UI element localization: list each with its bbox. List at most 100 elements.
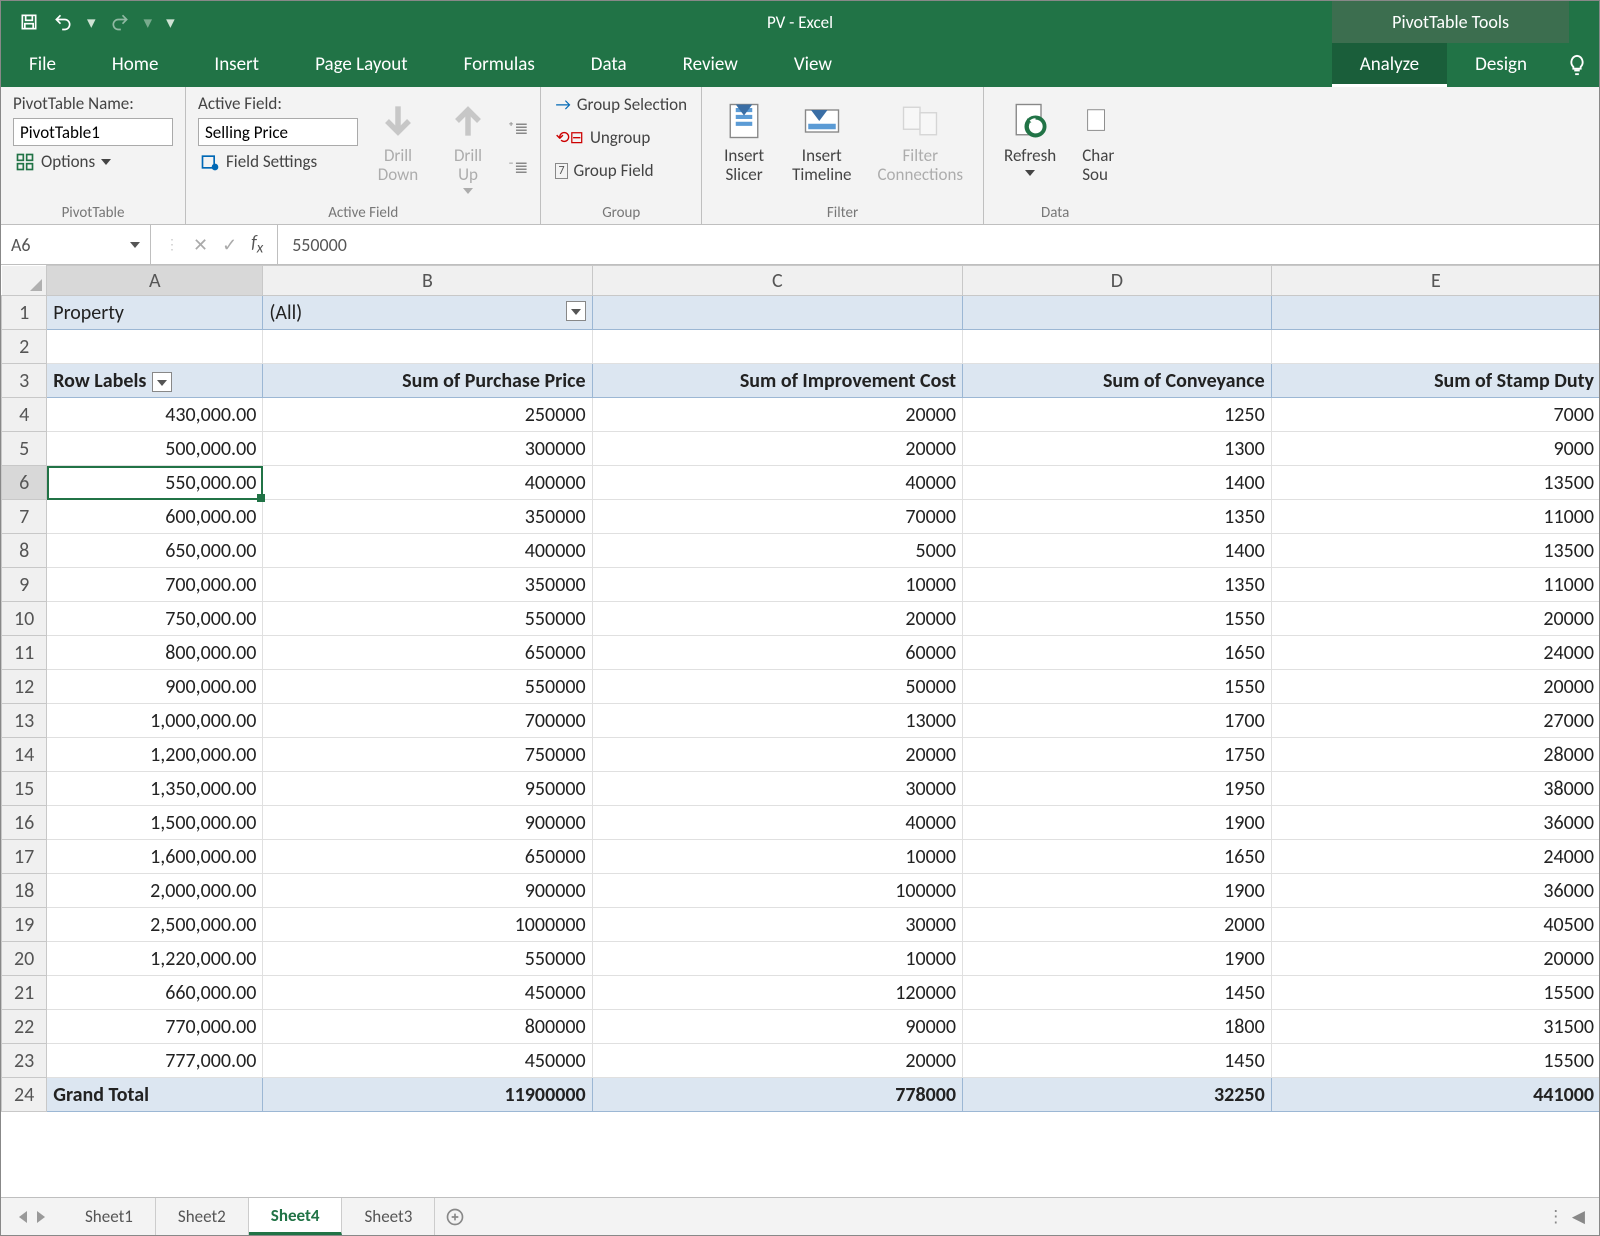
grand-total-label[interactable]: Grand Total [47, 1078, 263, 1112]
undo-more-icon[interactable]: ▾ [87, 12, 96, 33]
cell[interactable]: 1000000 [263, 908, 592, 942]
save-icon[interactable] [19, 12, 39, 32]
row-header[interactable]: 4 [2, 398, 47, 432]
tab-insert[interactable]: Insert [186, 43, 287, 87]
cell[interactable]: 13000 [592, 704, 962, 738]
tab-file[interactable]: File [1, 43, 84, 87]
row-header[interactable]: 16 [2, 806, 47, 840]
row-header[interactable]: 20 [2, 942, 47, 976]
row-header[interactable]: 1 [2, 296, 47, 330]
pivot-col-header[interactable]: Sum of Stamp Duty [1271, 364, 1599, 398]
cell[interactable]: 1,000,000.00 [47, 704, 263, 738]
cell[interactable]: 20000 [592, 738, 962, 772]
cell[interactable]: 5000 [592, 534, 962, 568]
dropdown-icon[interactable] [152, 372, 172, 392]
cell[interactable]: 800,000.00 [47, 636, 263, 670]
cell[interactable]: 1250 [963, 398, 1272, 432]
cell[interactable]: 36000 [1271, 874, 1599, 908]
cell[interactable]: 1,500,000.00 [47, 806, 263, 840]
redo-icon[interactable] [110, 12, 130, 32]
cell[interactable]: 2,500,000.00 [47, 908, 263, 942]
cell[interactable]: 550000 [263, 670, 592, 704]
row-header[interactable]: 6 [2, 466, 47, 500]
cell[interactable]: 70000 [592, 500, 962, 534]
row-header[interactable]: 18 [2, 874, 47, 908]
col-header[interactable]: D [963, 266, 1272, 296]
sheet-nav-prev-icon[interactable] [19, 1211, 27, 1223]
cell[interactable]: 10000 [592, 942, 962, 976]
row-header[interactable]: 11 [2, 636, 47, 670]
cell[interactable]: 1950 [963, 772, 1272, 806]
cell[interactable]: 24000 [1271, 840, 1599, 874]
cell[interactable]: 24000 [1271, 636, 1599, 670]
row-header[interactable]: 5 [2, 432, 47, 466]
cell[interactable]: 900000 [263, 806, 592, 840]
pivot-filter-value[interactable]: (All) [263, 296, 592, 330]
cell[interactable]: 400000 [263, 534, 592, 568]
cell[interactable]: 950000 [263, 772, 592, 806]
tab-page-layout[interactable]: Page Layout [287, 43, 436, 87]
cell[interactable]: 11900000 [263, 1078, 592, 1112]
cell[interactable]: 60000 [592, 636, 962, 670]
tab-home[interactable]: Home [84, 43, 187, 87]
cell[interactable]: 38000 [1271, 772, 1599, 806]
row-header[interactable]: 15 [2, 772, 47, 806]
tab-formulas[interactable]: Formulas [436, 43, 563, 87]
tell-me-icon[interactable] [1555, 43, 1599, 87]
cell[interactable]: 1350 [963, 568, 1272, 602]
row-header[interactable]: 21 [2, 976, 47, 1010]
row-header[interactable]: 12 [2, 670, 47, 704]
sheet-nav-next-icon[interactable] [37, 1211, 45, 1223]
pivot-row-labels-header[interactable]: Row Labels [47, 364, 263, 398]
cell[interactable]: 1400 [963, 534, 1272, 568]
row-header[interactable]: 2 [2, 330, 47, 364]
row-header[interactable]: 14 [2, 738, 47, 772]
cell[interactable]: 700,000.00 [47, 568, 263, 602]
col-header[interactable]: B [263, 266, 592, 296]
cell[interactable]: 1,200,000.00 [47, 738, 263, 772]
cell[interactable]: 660,000.00 [47, 976, 263, 1010]
cell[interactable]: 28000 [1271, 738, 1599, 772]
cell[interactable]: 20000 [592, 432, 962, 466]
cell[interactable]: 15500 [1271, 976, 1599, 1010]
collapse-field-icon[interactable]: ⁻≣ [508, 157, 528, 178]
cell[interactable]: 777,000.00 [47, 1044, 263, 1078]
row-header[interactable]: 23 [2, 1044, 47, 1078]
cell[interactable]: 1,600,000.00 [47, 840, 263, 874]
cell[interactable]: 27000 [1271, 704, 1599, 738]
group-selection-button[interactable]: →Group Selection [553, 93, 689, 116]
cell[interactable]: 500,000.00 [47, 432, 263, 466]
cell[interactable]: 550000 [263, 942, 592, 976]
refresh-button[interactable]: Refresh [996, 93, 1064, 202]
tab-analyze[interactable]: Analyze [1332, 43, 1447, 87]
cell[interactable]: 450000 [263, 1044, 592, 1078]
cell[interactable]: 900,000.00 [47, 670, 263, 704]
cell[interactable]: 90000 [592, 1010, 962, 1044]
name-box[interactable]: A6 [1, 225, 151, 264]
cell[interactable]: 1450 [963, 1044, 1272, 1078]
cell[interactable]: 550000 [263, 602, 592, 636]
cell[interactable]: 11000 [1271, 568, 1599, 602]
cell[interactable]: 9000 [1271, 432, 1599, 466]
row-header[interactable]: 8 [2, 534, 47, 568]
row-header[interactable]: 19 [2, 908, 47, 942]
cell[interactable]: 1550 [963, 602, 1272, 636]
cell[interactable]: 30000 [592, 908, 962, 942]
cell[interactable]: 20000 [592, 602, 962, 636]
row-header[interactable]: 3 [2, 364, 47, 398]
ungroup-button[interactable]: ⟲⊟Ungroup [553, 126, 689, 149]
cell[interactable]: 250000 [263, 398, 592, 432]
cell[interactable]: 20000 [592, 398, 962, 432]
sheet-tab-sheet1[interactable]: Sheet1 [63, 1198, 156, 1235]
cell[interactable]: 20000 [1271, 670, 1599, 704]
cell[interactable]: 650000 [263, 636, 592, 670]
row-header[interactable]: 24 [2, 1078, 47, 1112]
tab-data[interactable]: Data [563, 43, 655, 87]
cell[interactable]: 13500 [1271, 466, 1599, 500]
cell[interactable]: 350000 [263, 568, 592, 602]
cell[interactable]: 20000 [592, 1044, 962, 1078]
sheet-tab-sheet2[interactable]: Sheet2 [156, 1198, 249, 1235]
cell[interactable]: 11000 [1271, 500, 1599, 534]
cell[interactable]: 10000 [592, 568, 962, 602]
row-header[interactable]: 13 [2, 704, 47, 738]
